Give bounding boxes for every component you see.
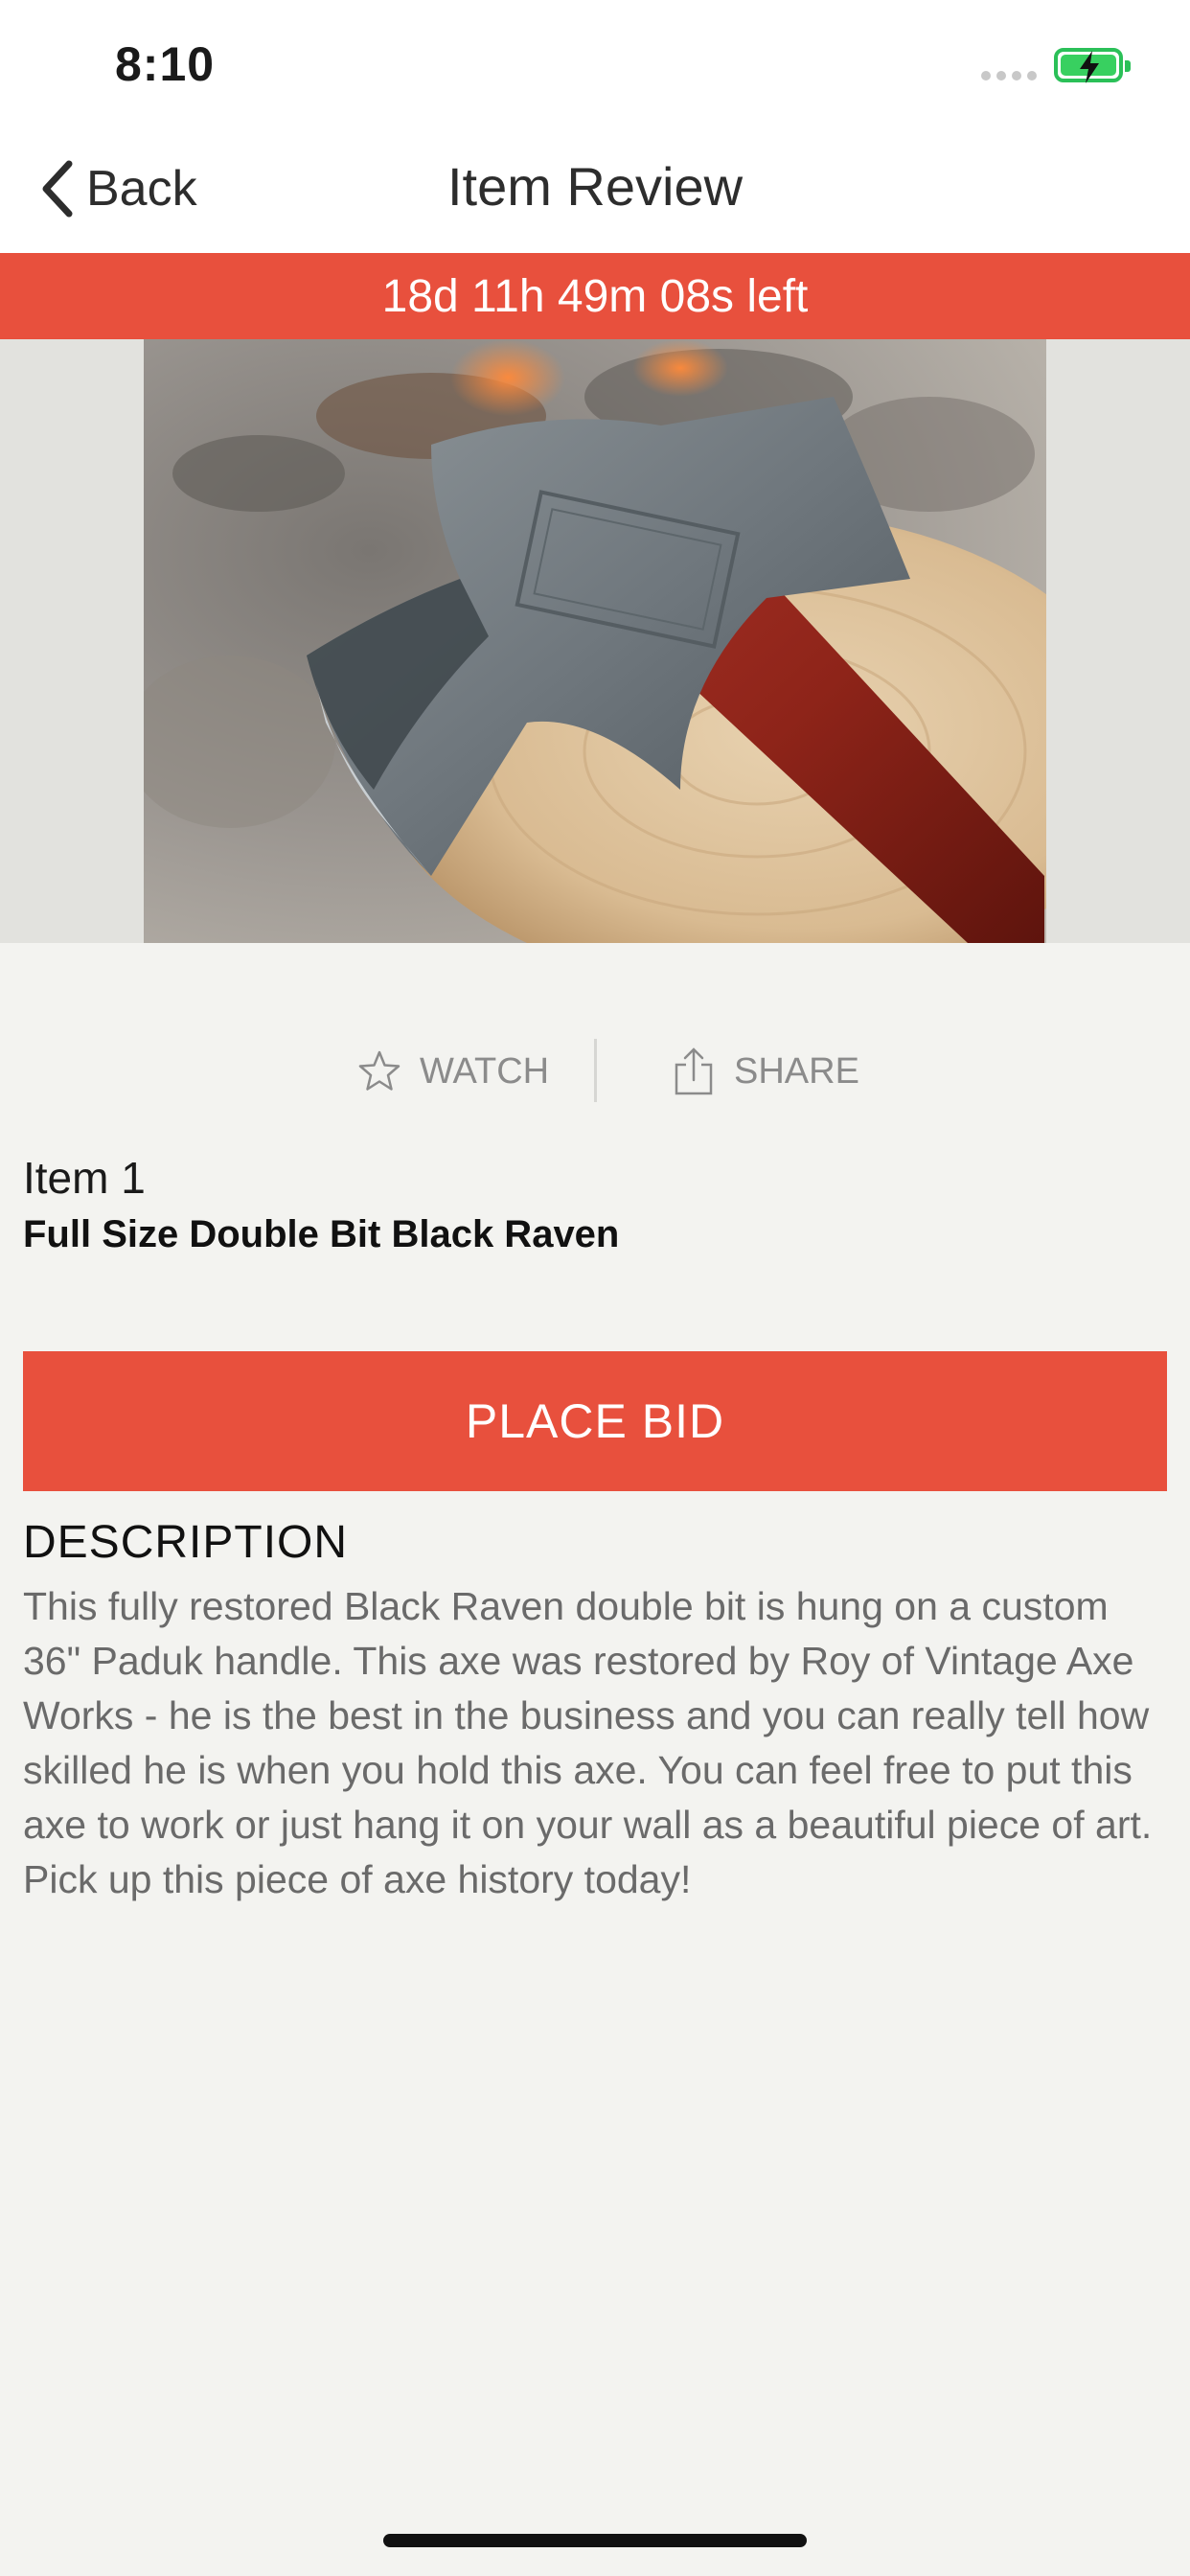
watch-label: WATCH (420, 1050, 550, 1092)
star-icon (358, 1050, 400, 1091)
share-button[interactable]: SHARE (671, 1033, 859, 1110)
share-label: SHARE (734, 1050, 859, 1092)
signal-dots-icon (981, 71, 1037, 80)
product-image[interactable] (144, 339, 1046, 943)
place-bid-button[interactable]: PLACE BID (23, 1351, 1167, 1491)
share-icon (675, 1047, 713, 1095)
navigation-bar: Back Item Review (0, 126, 1190, 253)
item-actions: WATCH SHARE (0, 1033, 1190, 1110)
chevron-left-icon (42, 160, 73, 218)
description-heading: DESCRIPTION (23, 1517, 349, 1568)
countdown-banner: 18d 11h 49m 08s left (0, 253, 1190, 339)
battery-charging-icon (1054, 48, 1131, 83)
status-time: 8:10 (115, 37, 216, 91)
item-review-screen: 8:10 Back Item Review 18d 11h 49m 08s le… (0, 0, 1190, 2576)
product-image-area (0, 339, 1190, 943)
item-name: Full Size Double Bit Black Raven (23, 1213, 620, 1255)
status-bar: 8:10 (0, 0, 1190, 126)
watch-button[interactable]: WATCH (356, 1033, 549, 1110)
actions-divider (594, 1039, 597, 1102)
home-indicator[interactable] (383, 2534, 807, 2547)
back-button[interactable]: Back (38, 155, 197, 222)
description-text: This fully restored Black Raven double b… (23, 1584, 1153, 1901)
back-label: Back (86, 161, 197, 217)
item-number: Item 1 (23, 1153, 146, 1203)
